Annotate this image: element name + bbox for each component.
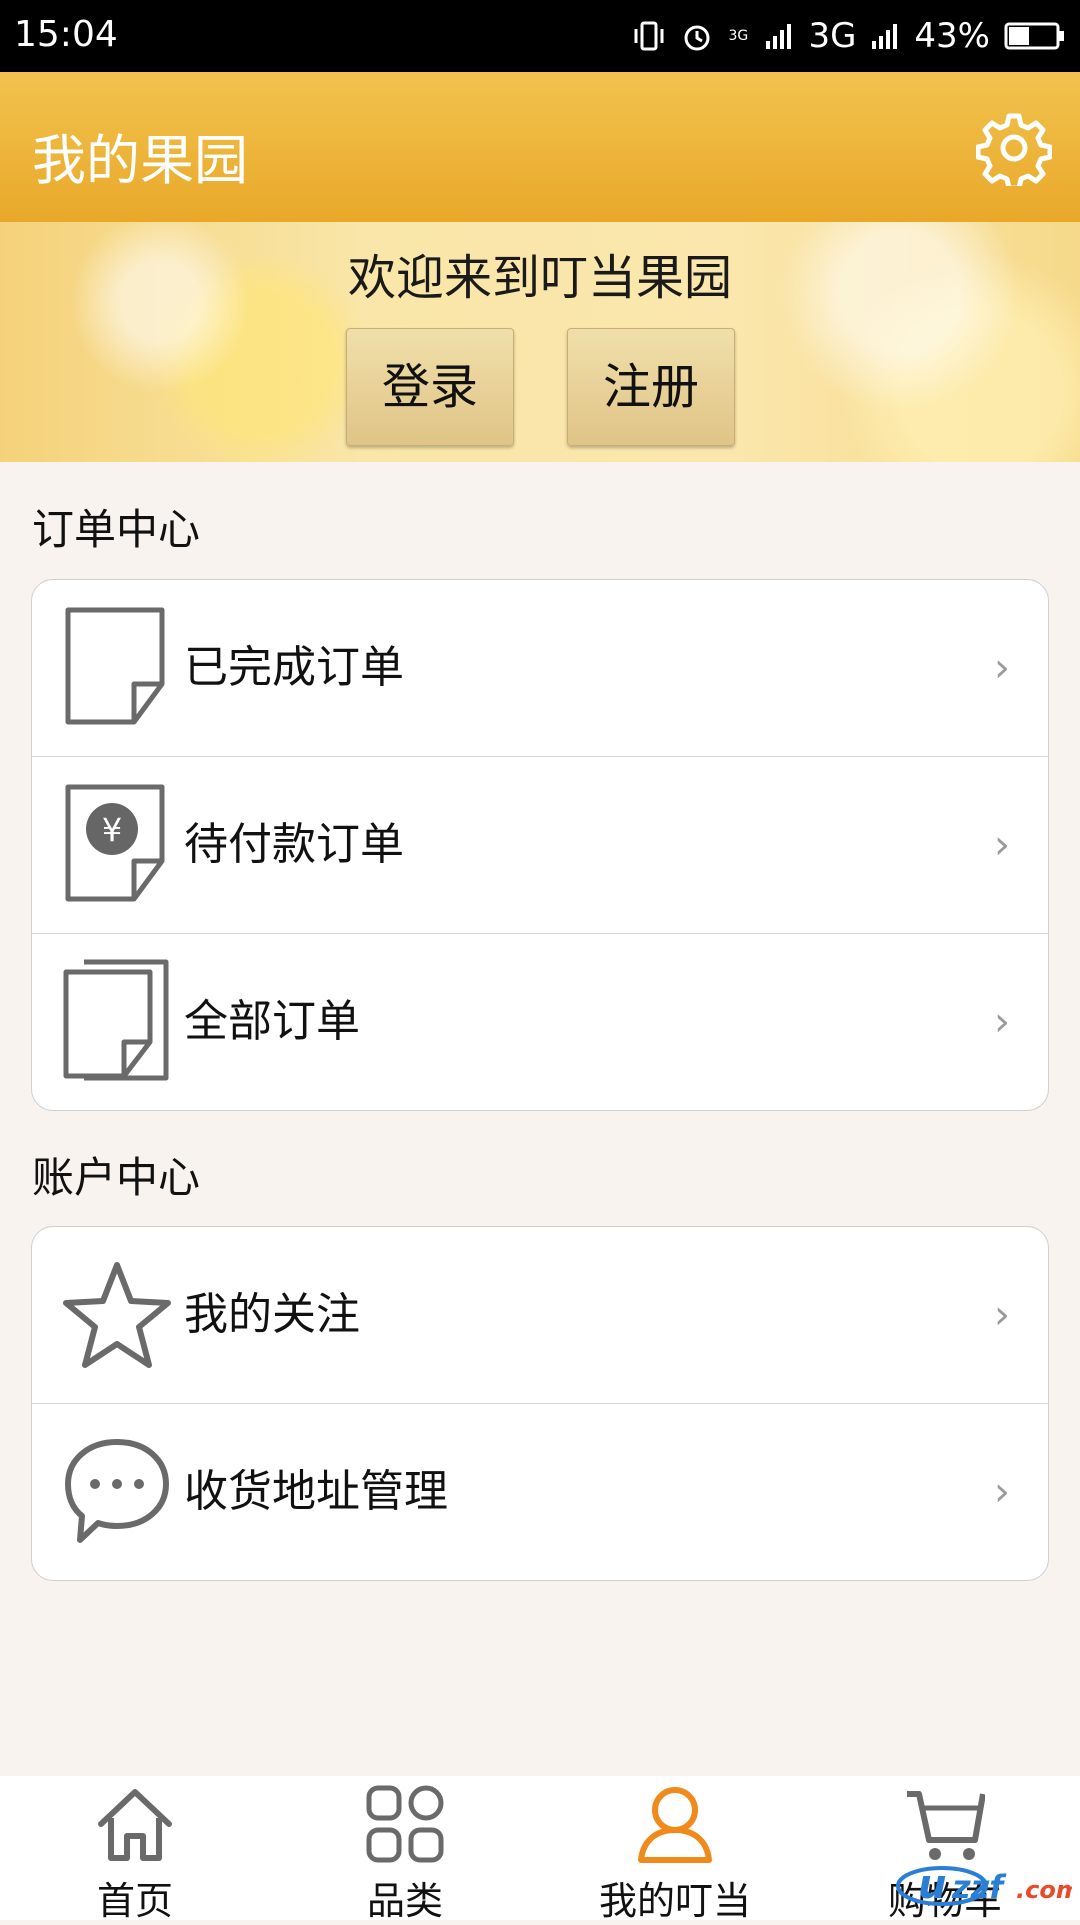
account-center-card: 我的关注 › 收货地址管理 › <box>31 1226 1049 1581</box>
order-center-title: 订单中心 <box>32 505 201 554</box>
status-bar: 15:04 3G 3G 43% <box>0 0 1080 72</box>
status-time: 15:04 <box>14 14 118 55</box>
bottom-nav: 首页 品类 我的叮当 购物车 u zzf .com <box>0 1776 1080 1923</box>
svg-text:.com: .com <box>1016 1876 1072 1904</box>
pending-payment-row[interactable]: ¥ 待付款订单 › <box>32 757 1048 934</box>
completed-orders-label: 已完成订单 <box>184 642 404 693</box>
welcome-banner: 欢迎来到叮当果园 登录 注册 <box>0 222 1080 462</box>
nav-my-dingdang[interactable]: 我的叮当 <box>540 1776 810 1923</box>
chevron-right-icon: › <box>994 1469 1010 1515</box>
chevron-right-icon: › <box>994 645 1010 691</box>
nav-my-dingdang-label: 我的叮当 <box>598 1879 751 1923</box>
my-follows-row[interactable]: 我的关注 › <box>32 1227 1048 1404</box>
all-orders-row[interactable]: 全部订单 › <box>32 934 1048 1110</box>
pending-payment-label: 待付款订单 <box>184 819 404 870</box>
page-title: 我的果园 <box>32 129 248 192</box>
address-management-label: 收货地址管理 <box>184 1466 448 1517</box>
nav-home[interactable]: 首页 <box>0 1776 270 1923</box>
chat-bubble-icon <box>65 1439 169 1543</box>
login-button[interactable]: 登录 <box>346 328 514 446</box>
watermark-logo: u zzf .com <box>896 1862 1072 1908</box>
nav-category-label: 品类 <box>366 1879 443 1923</box>
completed-orders-row[interactable]: 已完成订单 › <box>32 580 1048 757</box>
svg-text:u: u <box>918 1862 946 1908</box>
chevron-right-icon: › <box>994 1292 1010 1338</box>
svg-text:¥: ¥ <box>102 811 122 849</box>
user-icon <box>638 1787 712 1863</box>
signal-icon <box>766 24 792 49</box>
alarm-icon <box>684 25 710 51</box>
battery-icon <box>1004 22 1064 50</box>
address-management-row[interactable]: 收货地址管理 › <box>32 1404 1048 1580</box>
star-icon <box>63 1262 171 1368</box>
order-center-card: 已完成订单 › ¥ 待付款订单 › 全部订单 › <box>31 579 1049 1111</box>
home-icon <box>98 1789 172 1861</box>
svg-text:zzf: zzf <box>951 1868 1007 1906</box>
signal-icon-2 <box>872 24 898 49</box>
network-label: 3G <box>808 16 857 56</box>
nav-category[interactable]: 品类 <box>270 1776 540 1923</box>
chevron-right-icon: › <box>994 999 1010 1045</box>
gear-icon[interactable] <box>976 110 1052 186</box>
nav-home-label: 首页 <box>96 1879 173 1923</box>
yuan-document-icon: ¥ <box>65 784 165 902</box>
chevron-right-icon: › <box>994 822 1010 868</box>
signal-small-label: 3G <box>728 28 749 44</box>
welcome-text: 欢迎来到叮当果园 <box>347 250 732 306</box>
app-bar: 我的果园 <box>0 72 1080 222</box>
register-button[interactable]: 注册 <box>567 328 735 446</box>
document-icon <box>65 607 165 725</box>
status-icons: 3G 3G 43% <box>632 14 1066 58</box>
account-center-title: 账户中心 <box>32 1153 201 1202</box>
my-follows-label: 我的关注 <box>184 1289 360 1340</box>
documents-icon <box>63 959 169 1081</box>
battery-percent: 43% <box>914 16 990 56</box>
vibrate-icon <box>634 21 664 51</box>
grid-icon <box>366 1785 444 1863</box>
all-orders-label: 全部订单 <box>184 996 360 1047</box>
